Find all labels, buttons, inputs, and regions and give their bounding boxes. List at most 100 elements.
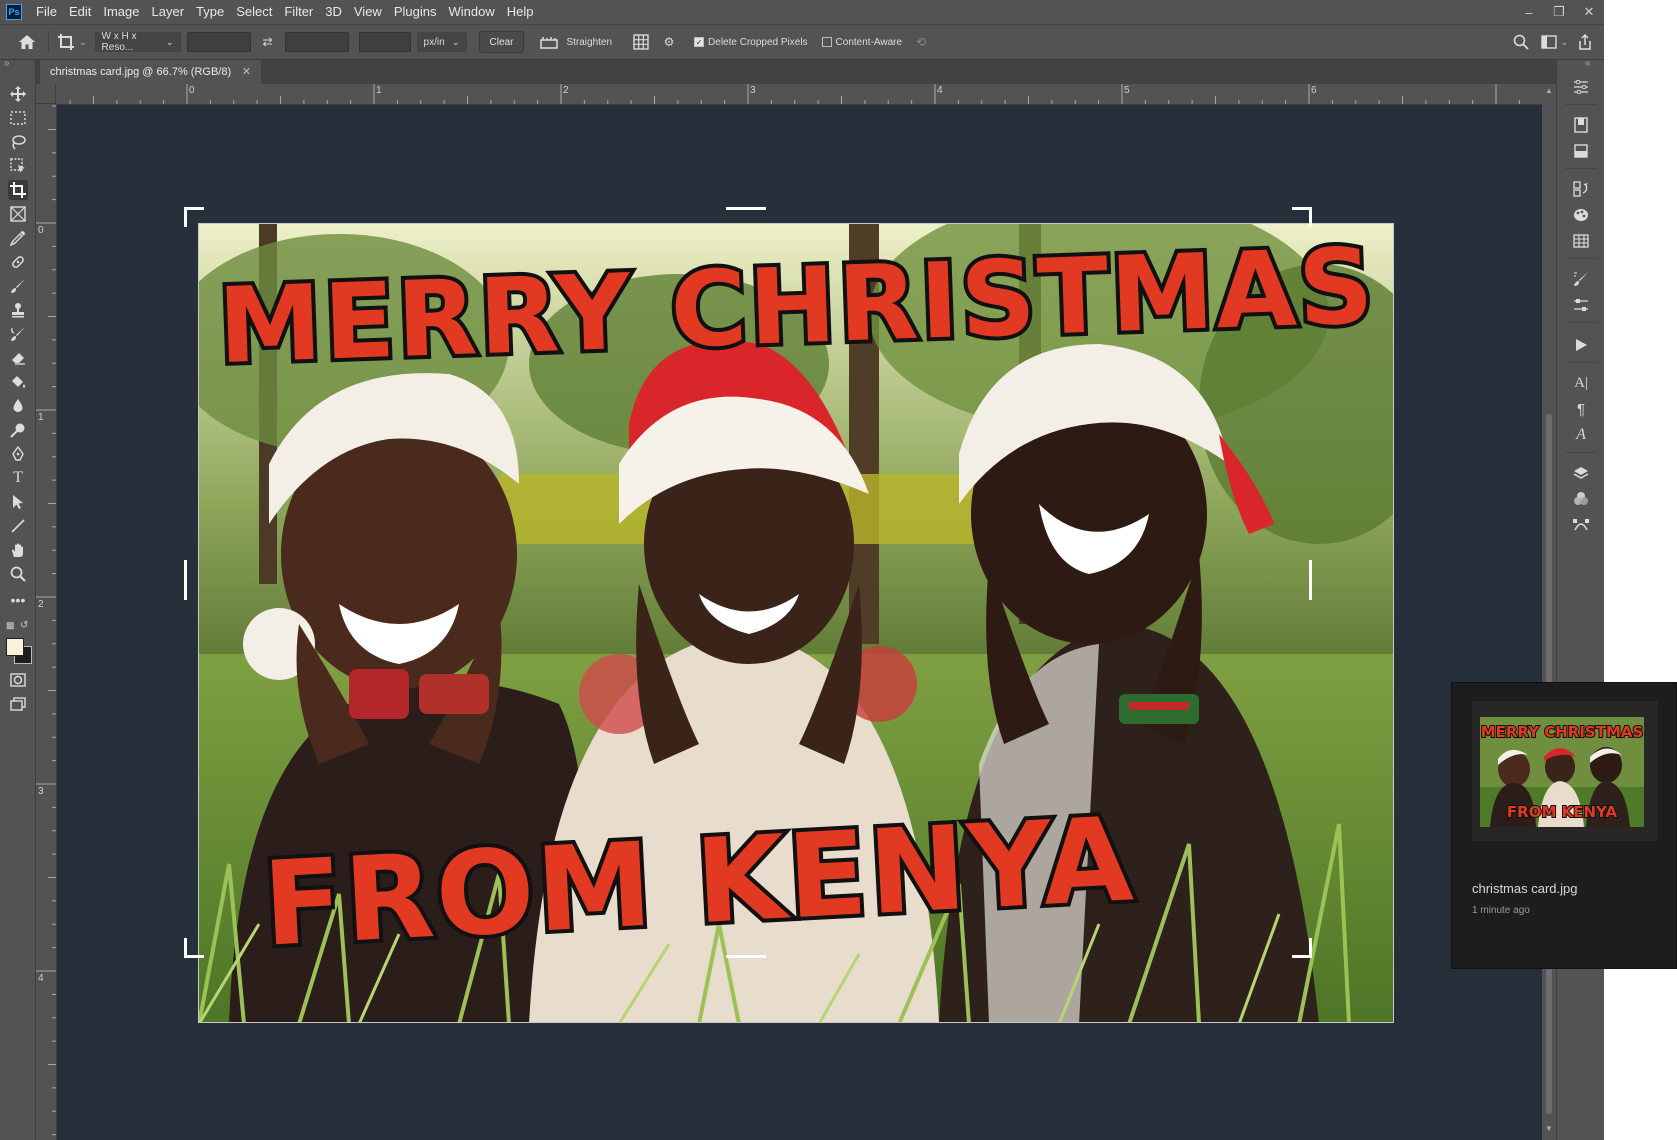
eyedropper-icon[interactable] (8, 228, 28, 248)
crop-handle-bottom-left[interactable] (184, 955, 204, 958)
object-select-icon[interactable] (8, 156, 28, 176)
properties-icon[interactable] (1569, 76, 1593, 98)
menu-file[interactable]: File (30, 0, 63, 24)
glyphs-icon[interactable]: A (1569, 424, 1593, 446)
foreground-color-swatch[interactable] (6, 638, 24, 656)
pen-icon[interactable] (8, 444, 28, 464)
swap-dimensions-icon[interactable]: ⇄ (257, 31, 279, 53)
vertical-scrollbar[interactable]: ▲ ▼ (1542, 84, 1556, 1140)
hand-icon[interactable] (8, 540, 28, 560)
menu-plugins[interactable]: Plugins (388, 0, 443, 24)
delete-cropped-label[interactable]: Delete Cropped Pixels (708, 37, 808, 48)
crop-handle-top[interactable] (726, 207, 766, 210)
menu-type[interactable]: Type (190, 0, 230, 24)
close-tab-icon[interactable]: ✕ (242, 65, 251, 78)
reset-crop-icon[interactable]: ⟲ (910, 31, 932, 53)
stamp-icon[interactable] (8, 300, 28, 320)
brushes-icon[interactable] (1569, 268, 1593, 290)
menu-help[interactable]: Help (501, 0, 540, 24)
swap-colors-icon[interactable]: ↺ (20, 620, 28, 631)
menu-view[interactable]: View (348, 0, 388, 24)
dodge-icon[interactable] (8, 420, 28, 440)
overlay-grid-icon[interactable] (630, 31, 652, 53)
character-icon[interactable]: A| (1569, 372, 1593, 394)
crop-icon[interactable] (8, 180, 28, 200)
horizontal-ruler[interactable]: 0 1 2 3 4 5 6 (56, 84, 1556, 105)
expand-panels-icon[interactable]: « (1585, 58, 1591, 69)
path-select-icon[interactable] (8, 492, 28, 512)
crop-tool-preset-icon[interactable] (55, 31, 77, 53)
blur-icon[interactable] (8, 396, 28, 416)
crop-handle-top-left[interactable] (184, 207, 187, 227)
more-icon[interactable]: ••• (8, 590, 28, 610)
recent-file-thumbnail[interactable]: MERRY CHRISTMAS FROM KENYA (1480, 717, 1644, 827)
crop-handle-top-left[interactable] (184, 207, 204, 210)
frame-icon[interactable] (8, 204, 28, 224)
bucket-icon[interactable] (8, 372, 28, 392)
eraser-icon[interactable] (8, 348, 28, 368)
marquee-icon[interactable] (8, 108, 28, 128)
recent-file-thumbnail-frame[interactable]: MERRY CHRISTMAS FROM KENYA (1472, 701, 1658, 841)
recent-file-name[interactable]: christmas card.jpg (1472, 881, 1577, 896)
straighten-icon[interactable] (538, 31, 560, 53)
scroll-up-icon[interactable]: ▲ (1545, 86, 1553, 95)
paths-icon[interactable] (1569, 514, 1593, 536)
screen-mode-icon[interactable] (8, 694, 28, 714)
type-icon[interactable]: T (8, 468, 28, 488)
crop-handle-bottom-right[interactable] (1309, 938, 1312, 958)
close-window-icon[interactable]: ✕ (1574, 0, 1604, 24)
christmas-card-image[interactable]: MERRY CHRISTMAS FROM KENYA (198, 223, 1394, 1023)
recent-file-popup[interactable]: MERRY CHRISTMAS FROM KENYA christmas car… (1451, 682, 1677, 969)
ruler-origin[interactable] (36, 84, 56, 104)
resolution-field[interactable] (358, 32, 411, 52)
layers-icon[interactable] (1569, 462, 1593, 484)
history-icon[interactable] (1569, 178, 1593, 200)
crop-settings-gear-icon[interactable]: ⚙ (658, 31, 680, 53)
line-icon[interactable] (8, 516, 28, 536)
menu-filter[interactable]: Filter (278, 0, 319, 24)
minimize-icon[interactable]: – (1514, 0, 1544, 24)
content-aware-checkbox[interactable] (821, 37, 832, 47)
document-canvas[interactable]: MERRY CHRISTMAS FROM KENYA (57, 105, 1542, 1140)
lasso-icon[interactable] (8, 132, 28, 152)
swatches-icon[interactable] (1569, 230, 1593, 252)
delete-cropped-checkbox[interactable]: ✓ (694, 37, 705, 47)
crop-handle-bottom-left[interactable] (184, 938, 187, 958)
preset-chevron-icon[interactable]: ⌄ (79, 37, 87, 48)
workspace-icon[interactable] (1538, 31, 1560, 53)
actions-icon[interactable] (1569, 334, 1593, 356)
crop-handle-bottom[interactable] (726, 955, 766, 958)
menu-select[interactable]: Select (230, 0, 278, 24)
share-icon[interactable] (1574, 31, 1596, 53)
workspace-chevron-icon[interactable]: ⌄ (1560, 37, 1568, 48)
brush-icon[interactable] (8, 276, 28, 296)
default-colors-icon[interactable]: ▩ (6, 620, 15, 631)
paragraph-icon[interactable]: ¶ (1569, 398, 1593, 420)
color-icon[interactable] (1569, 204, 1593, 226)
zoom-icon[interactable] (8, 564, 28, 584)
channels-icon[interactable] (1569, 488, 1593, 510)
move-icon[interactable] (8, 84, 28, 104)
document-tab[interactable]: christmas card.jpg @ 66.7% (RGB/8) ✕ (40, 60, 262, 84)
resolution-unit-dropdown[interactable]: px/in ⌄ (416, 32, 467, 52)
straighten-label[interactable]: Straighten (566, 37, 612, 48)
libraries-icon[interactable] (1569, 114, 1593, 136)
collapse-toolbar-icon[interactable]: » (4, 58, 10, 69)
crop-handle-right[interactable] (1309, 560, 1312, 600)
adjustments-icon[interactable] (1569, 140, 1593, 162)
menu-layer[interactable]: Layer (146, 0, 191, 24)
quick-mask-icon[interactable] (8, 670, 28, 690)
history-brush-icon[interactable] (8, 324, 28, 344)
menu-edit[interactable]: Edit (63, 0, 97, 24)
menu-image[interactable]: Image (97, 0, 145, 24)
menu-3d[interactable]: 3D (319, 0, 348, 24)
clear-button[interactable]: Clear (478, 31, 525, 53)
height-field[interactable] (284, 32, 349, 52)
home-icon[interactable] (16, 31, 38, 53)
restore-icon[interactable]: ❐ (1544, 0, 1574, 24)
menu-window[interactable]: Window (442, 0, 500, 24)
crop-handle-top-right[interactable] (1309, 207, 1312, 227)
brush-settings-icon[interactable] (1569, 294, 1593, 316)
crop-ratio-dropdown[interactable]: W x H x Reso... ⌄ (94, 31, 181, 53)
width-field[interactable] (186, 32, 251, 52)
